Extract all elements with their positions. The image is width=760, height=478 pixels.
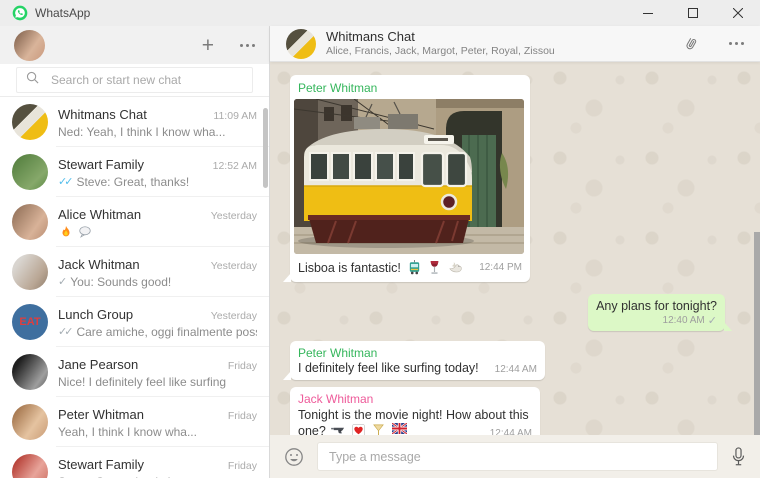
chat-avatar [12, 104, 48, 140]
sidebar-scrollbar[interactable] [263, 108, 268, 188]
double-tick-icon: ✓✓ [58, 176, 74, 188]
composer-bar [270, 435, 760, 478]
fire-emoji [59, 225, 73, 239]
minimize-button[interactable] [625, 0, 670, 26]
sidebar: + Whitmans Chat11:09 AM Ned: Y [0, 26, 270, 478]
chat-name: Jane Pearson [58, 356, 139, 372]
chat-title: Whitmans Chat [326, 28, 415, 44]
chat-preview: ✓✓ Care amiche, oggi finalmente posso [58, 324, 257, 339]
search-icon [26, 71, 39, 89]
search-bar [0, 64, 269, 97]
chat-avatar: EAT [12, 304, 48, 340]
chat-name: Stewart Family [58, 456, 144, 472]
dove-emoji [448, 260, 463, 275]
chat-name: Alice Whitman [58, 206, 142, 222]
single-tick-icon: ✓ [707, 315, 717, 327]
microphone-icon[interactable] [731, 446, 746, 467]
chat-name: Peter Whitman [58, 406, 144, 422]
message-text: I definitely feel like surfing today! [298, 361, 479, 375]
sidebar-menu-button[interactable] [240, 43, 255, 47]
user-avatar[interactable] [14, 29, 45, 61]
chat-preview: Yeah, I think I know wha... [58, 424, 197, 439]
chat-participants: Alice, Francis, Jack, Margot, Peter, Roy… [326, 45, 555, 58]
chat-avatar [12, 454, 48, 478]
chat-preview: Ned: Yeah, I think I know wha... [58, 124, 226, 139]
chat-time: Friday [227, 359, 257, 372]
message-text: Any plans for tonight? [596, 299, 717, 313]
chat-avatar [12, 404, 48, 440]
chat-name: Lunch Group [58, 306, 134, 322]
message-area: Peter Whitman Lisboa is fantastic! 12:44… [270, 62, 760, 435]
message-sender: Jack Whitman [298, 392, 374, 406]
message-sender: Peter Whitman [298, 346, 378, 360]
sidebar-header: + [0, 26, 269, 64]
chat-time: Yesterday [210, 309, 257, 322]
message-caption: Lisboa is fantastic! [298, 260, 401, 275]
chat-avatar [12, 204, 48, 240]
chat-row-jack-whitman[interactable]: Jack Whitman Yesterday ✓ You: Sounds good! [0, 247, 269, 297]
message-outgoing: Any plans for tonight? 12:40 AM ✓ [588, 294, 732, 331]
chat-row-stewart-family-2[interactable]: Stewart Family Friday Steve: Great, thank… [0, 447, 269, 478]
whatsapp-logo-icon [12, 5, 28, 21]
heart-card-emoji [351, 423, 366, 435]
cocktail-emoji [371, 423, 386, 435]
chat-time: 12:52 AM [212, 159, 257, 172]
chat-row-peter-whitman[interactable]: Peter Whitman Friday Yeah, I think I know… [0, 397, 269, 447]
chat-row-alice-whitman[interactable]: Alice Whitman Yesterday [0, 197, 269, 247]
message-movie-night: Jack Whitman Tonight is the movie night!… [283, 387, 540, 436]
whatsapp-window: WhatsApp + Search or start new chat Whit… [0, 0, 760, 478]
chat-time: Yesterday [210, 259, 257, 272]
chat-header: Whitmans Chat Alice, Francis, Jack, Marg… [270, 26, 760, 62]
search-input[interactable] [51, 73, 243, 87]
chat-preview: ✓✓ Steve: Great, thanks! [58, 174, 190, 189]
new-chat-button[interactable]: + [202, 35, 214, 56]
chat-preview: Nice! I definitely feel like surfing [58, 374, 227, 389]
chat-avatar [12, 254, 48, 290]
chat-time: Friday [227, 409, 257, 422]
chat-time: Yesterday [210, 209, 257, 222]
speech-balloon-emoji [78, 225, 92, 239]
wine-glass-emoji [427, 260, 442, 275]
chat-row-stewart-family[interactable]: Stewart Family 12:52 AM ✓✓ Steve: Great, t… [0, 147, 269, 197]
chat-preview [58, 225, 257, 239]
chat-time: Friday [227, 459, 257, 472]
message-time: 12:44 AM [494, 364, 537, 375]
attach-icon[interactable] [680, 33, 702, 55]
chat-name: Jack Whitman [58, 256, 140, 272]
message-image-tram[interactable] [294, 99, 524, 254]
titlebar: WhatsApp [0, 0, 760, 26]
chat-preview: ✓ You: Sounds good! [58, 274, 172, 289]
chat-avatar [12, 154, 48, 190]
chat-avatar [12, 354, 48, 390]
message-time: 12:44 PM [479, 262, 522, 273]
close-button[interactable] [715, 0, 760, 26]
uk-flag-emoji [391, 423, 407, 435]
message-surfing: Peter Whitman I definitely feel like sur… [283, 341, 545, 380]
chat-row-jane-pearson[interactable]: Jane Pearson Friday Nice! I definitely fe… [0, 347, 269, 397]
message-input[interactable] [317, 442, 718, 471]
chat-time: 11:09 AM [213, 109, 257, 122]
chat-pane: Whitmans Chat Alice, Francis, Jack, Marg… [270, 26, 760, 478]
emoji-picker-icon[interactable] [284, 447, 304, 467]
message-time: 12:44 AM [489, 427, 532, 436]
chat-name: Stewart Family [58, 156, 144, 172]
message-photo: Peter Whitman Lisboa is fantastic! 12:44… [283, 75, 530, 282]
double-tick-icon: ✓✓ [58, 326, 74, 338]
chat-list: Whitmans Chat 11:09 AM Ned: Yeah, I think… [0, 97, 269, 478]
message-time: 12:40 AM [662, 315, 705, 326]
chat-preview: Steve: Great, thanks! [58, 475, 257, 478]
message-sender: Peter Whitman [298, 81, 378, 95]
chat-row-whitmans-chat[interactable]: Whitmans Chat 11:09 AM Ned: Yeah, I think… [0, 97, 269, 147]
messages-scrollbar[interactable] [754, 232, 760, 435]
pistol-emoji [330, 423, 345, 435]
chat-header-avatar[interactable] [286, 28, 316, 59]
single-tick-icon: ✓ [58, 276, 68, 288]
chat-menu-button[interactable] [729, 42, 744, 45]
maximize-button[interactable] [670, 0, 715, 26]
chat-name: Whitmans Chat [58, 106, 147, 122]
tram-emoji [407, 260, 422, 275]
app-title: WhatsApp [35, 6, 91, 20]
chat-row-lunch-group[interactable]: EAT Lunch Group Yesterday ✓✓ Care amiche, … [0, 297, 269, 347]
